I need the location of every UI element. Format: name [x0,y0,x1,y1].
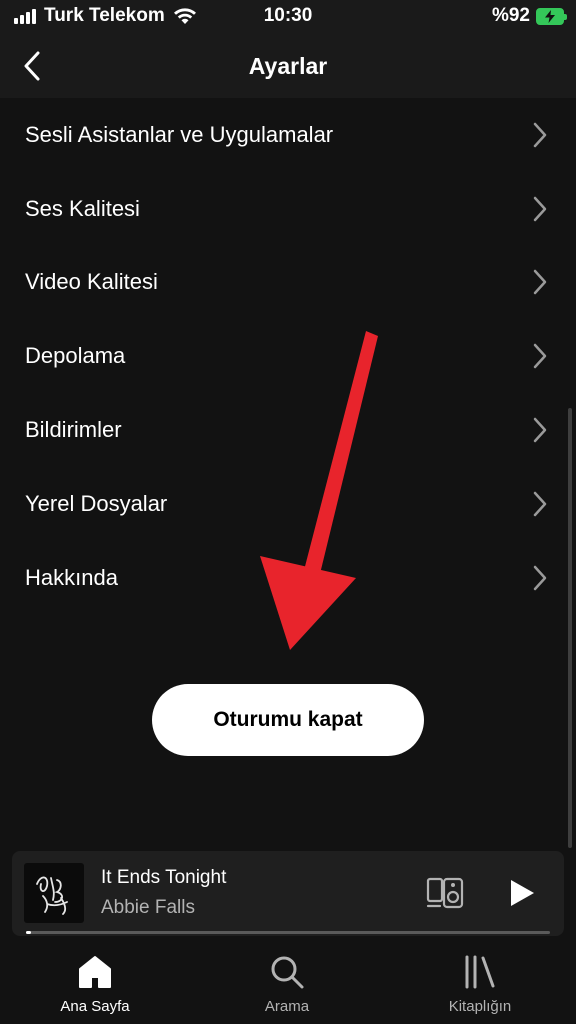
battery-percentage: %92 [491,5,530,26]
library-icon [465,955,495,989]
bottom-nav: Ana Sayfa Arama Kitaplığın [0,940,576,1024]
settings-item-storage[interactable]: Depolama [0,319,576,393]
album-art-logo [36,876,68,915]
album-art [24,863,84,923]
playback-progress-fill [26,931,32,934]
chevron-right-icon [533,270,547,295]
settings-item-voice-assistants[interactable]: Sesli Asistanlar ve Uygulamalar [0,98,576,172]
chevron-right-icon [533,196,547,221]
settings-item-notifications[interactable]: Bildirimler [0,393,576,467]
settings-item-label: Yerel Dosyalar [25,490,168,516]
chevron-right-icon [533,122,547,148]
track-artist: Abbie Falls [101,897,195,918]
page-title: Ayarlar [248,53,328,79]
chevron-right-icon [533,491,547,517]
settings-item-video-quality[interactable]: Video Kalitesi [0,246,576,320]
play-icon [511,880,534,906]
battery-icon [536,7,567,25]
settings-item-audio-quality[interactable]: Ses Kalitesi [0,172,576,246]
logout-button[interactable]: Oturumu kapat [152,684,424,756]
playback-progress-bar[interactable] [26,931,550,934]
scrollbar[interactable] [568,408,572,848]
status-time: 10:30 [263,5,313,26]
nav-home[interactable]: Ana Sayfa [20,954,170,1015]
nav-search[interactable]: Arama [212,954,362,1015]
mini-player[interactable]: It Ends Tonight Abbie Falls [12,851,564,936]
chevron-right-icon [533,344,547,369]
search-icon [271,956,304,989]
home-icon [79,956,111,988]
play-button[interactable] [506,877,538,909]
settings-item-label: Hakkında [25,564,118,590]
chevron-right-icon [533,417,547,443]
chevron-right-icon [533,565,547,590]
nav-search-label: Arama [264,998,310,1015]
status-right: %92 [491,5,567,27]
settings-item-about[interactable]: Hakkında [0,541,576,615]
header-bar: Ayarlar [0,34,576,98]
settings-list: Sesli Asistanlar ve Uygulamalar Ses Kali… [0,98,576,615]
status-bar: Turk Telekom 10:30 %92 [0,0,576,34]
nav-library[interactable]: Kitaplığın [405,954,555,1015]
settings-item-label: Sesli Asistanlar ve Uygulamalar [25,121,334,147]
connect-device-button[interactable] [426,875,466,911]
nav-home-label: Ana Sayfa [60,998,130,1015]
settings-item-label: Bildirimler [25,417,122,443]
settings-item-label: Depolama [25,343,126,369]
settings-item-local-files[interactable]: Yerel Dosyalar [0,467,576,541]
connect-device-icon [426,877,464,909]
nav-library-label: Kitaplığın [448,998,512,1015]
track-title: It Ends Tonight [101,867,227,888]
settings-item-label: Video Kalitesi [25,269,158,295]
settings-item-label: Ses Kalitesi [25,195,140,221]
